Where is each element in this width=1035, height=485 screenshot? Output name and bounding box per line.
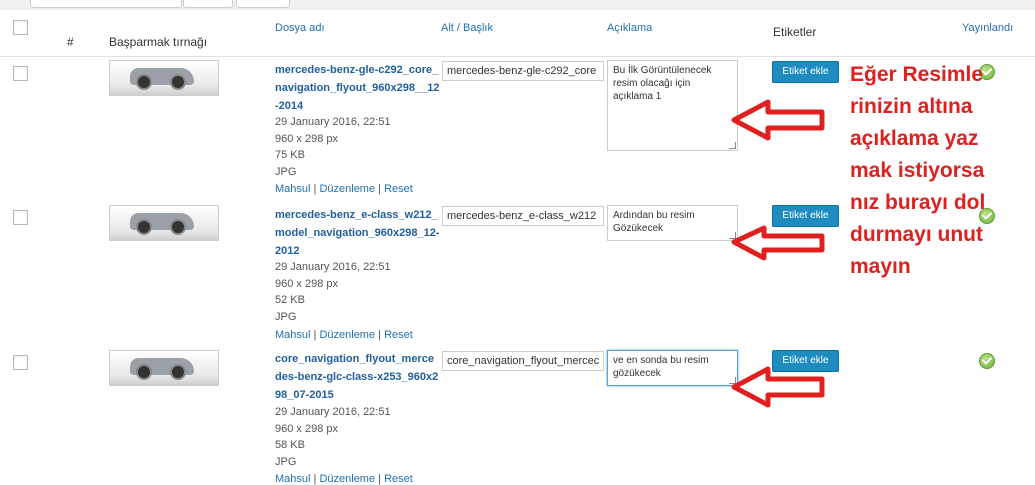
file-size: 52 KB xyxy=(275,294,305,306)
car-thumbnail[interactable] xyxy=(109,60,219,96)
upload-date: 29 January 2016, 22:51 xyxy=(275,261,391,273)
table-header: # Başparmak tırnağı Dosya adı Alt / Başl… xyxy=(0,10,1035,57)
mahsul-link[interactable]: Mahsul xyxy=(275,473,310,485)
header-published[interactable]: Yayınlandı xyxy=(962,22,1013,34)
description-text: Ardından bu resim Gözükecek xyxy=(613,210,695,234)
header-description[interactable]: Açıklama xyxy=(607,22,652,34)
edit-link[interactable]: Düzenleme xyxy=(319,473,375,485)
alt-text-input[interactable]: mercedes-benz-gle-c292_core xyxy=(442,61,604,81)
file-size: 75 KB xyxy=(275,149,305,161)
separator: | xyxy=(378,473,382,485)
file-meta: 29 January 2016, 22:51 960 x 298 px 75 K… xyxy=(275,114,391,180)
mahsul-link[interactable]: Mahsul xyxy=(275,183,310,195)
file-type: JPG xyxy=(275,165,297,178)
header-alt-title[interactable]: Alt / Başlık xyxy=(441,22,493,34)
separator: | xyxy=(313,329,317,341)
image-dimensions: 960 x 298 px xyxy=(275,422,338,435)
car-thumbnail[interactable] xyxy=(109,350,219,386)
filter-button[interactable] xyxy=(236,0,290,8)
file-meta: 29 January 2016, 22:51 960 x 298 px 58 K… xyxy=(275,404,391,470)
file-name-link[interactable]: mercedes-benz_e-class_w212_model_navigat… xyxy=(275,206,440,260)
file-type: JPG xyxy=(275,455,297,468)
header-tags: Etiketler xyxy=(773,25,817,39)
select-all-checkbox[interactable] xyxy=(13,20,28,35)
reset-link[interactable]: Reset xyxy=(384,473,413,485)
car-image xyxy=(130,68,194,90)
edit-link[interactable]: Düzenleme xyxy=(319,329,375,341)
header-filename[interactable]: Dosya adı xyxy=(275,22,325,34)
file-type: JPG xyxy=(275,310,297,323)
alt-text-input[interactable]: mercedes-benz_e-class_w212 xyxy=(442,206,604,226)
description-textarea[interactable]: Ardından bu resim Gözükecek xyxy=(607,205,738,241)
image-dimensions: 960 x 298 px xyxy=(275,132,338,145)
red-arrow-icon xyxy=(731,366,825,408)
apply-button[interactable] xyxy=(183,0,233,8)
car-thumbnail[interactable] xyxy=(109,205,219,241)
car-image xyxy=(130,358,194,380)
reset-link[interactable]: Reset xyxy=(384,329,413,341)
edit-link[interactable]: Düzenleme xyxy=(319,183,375,195)
file-meta: 29 January 2016, 22:51 960 x 298 px 52 K… xyxy=(275,259,391,325)
upload-date: 29 January 2016, 22:51 xyxy=(275,116,391,128)
description-text: ve en sonda bu resim gözükecek xyxy=(613,355,709,379)
header-thumbnail: Başparmak tırnağı xyxy=(109,35,208,49)
row-checkbox[interactable] xyxy=(13,210,28,225)
annotation-text: Eğer Resimlerinizin altına açıklama yazm… xyxy=(850,63,986,278)
description-textarea[interactable]: Bu İlk Görüntülenecek resim olacağı için… xyxy=(607,60,738,151)
car-image xyxy=(130,213,194,235)
separator: | xyxy=(378,329,382,341)
file-name-link[interactable]: mercedes-benz-gle-c292_core_navigation_f… xyxy=(275,61,440,115)
separator: | xyxy=(313,473,317,485)
file-name-link[interactable]: core_navigation_flyout_mercedes-benz-glc… xyxy=(275,350,440,404)
description-textarea[interactable]: ve en sonda bu resim gözükecek xyxy=(607,350,738,386)
row-actions: Mahsul | Düzenleme | Reset xyxy=(275,329,413,341)
alt-text-input[interactable]: core_navigation_flyout_mercec xyxy=(442,351,604,371)
header-number: # xyxy=(67,35,74,49)
description-text: Bu İlk Görüntülenecek resim olacağı için… xyxy=(613,65,712,102)
row-actions: Mahsul | Düzenleme | Reset xyxy=(275,473,413,485)
bulk-action-select[interactable] xyxy=(30,0,182,8)
separator: | xyxy=(313,183,317,195)
add-tag-button[interactable]: Etiket ekle xyxy=(772,61,839,83)
published-check-icon[interactable] xyxy=(979,353,995,369)
row-checkbox[interactable] xyxy=(13,66,28,81)
separator: | xyxy=(378,183,382,195)
file-size: 58 KB xyxy=(275,439,305,451)
row-checkbox[interactable] xyxy=(13,355,28,370)
upload-date: 29 January 2016, 22:51 xyxy=(275,406,391,418)
row-actions: Mahsul | Düzenleme | Reset xyxy=(275,183,413,195)
red-arrow-icon xyxy=(731,99,825,141)
image-dimensions: 960 x 298 px xyxy=(275,277,338,290)
reset-link[interactable]: Reset xyxy=(384,183,413,195)
red-arrow-icon xyxy=(731,225,825,261)
mahsul-link[interactable]: Mahsul xyxy=(275,329,310,341)
